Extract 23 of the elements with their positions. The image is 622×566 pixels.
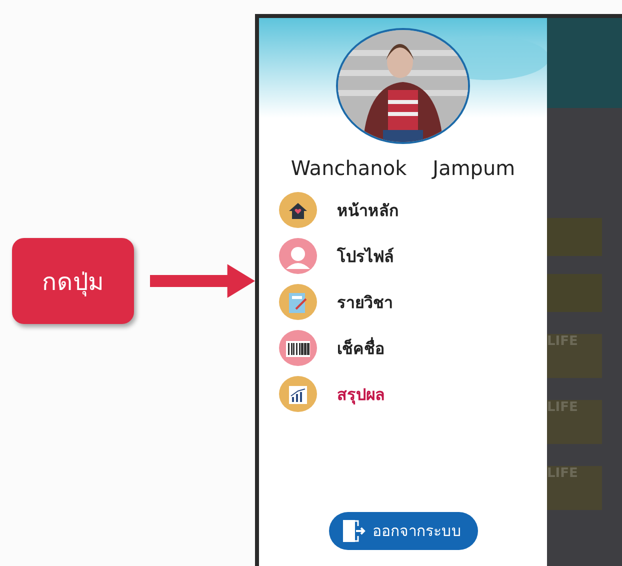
notebook-icon xyxy=(288,292,308,314)
logout-button[interactable]: ออกจากระบบ xyxy=(328,512,478,550)
menu-item[interactable]: เช็คชื่อ xyxy=(279,328,547,368)
menu-label: โปรไฟล์ xyxy=(337,246,394,268)
chart-icon xyxy=(289,386,307,404)
menu-label: เช็คชื่อ xyxy=(337,336,385,360)
menu-label: หน้าหลัก xyxy=(337,200,399,222)
arrow-icon xyxy=(150,264,255,298)
menu-label: สรุปผล xyxy=(337,384,385,406)
callout-label: กดปุ่ม xyxy=(12,238,134,324)
content-card xyxy=(547,274,602,312)
menu-label: รายวิชา xyxy=(337,292,393,314)
house-icon xyxy=(288,202,308,220)
menu-item[interactable]: โปรไฟล์ xyxy=(279,236,547,276)
barcode-icon xyxy=(286,341,310,357)
content-card xyxy=(547,218,602,256)
user-first-name: Wanchanok xyxy=(290,156,407,180)
user-last-name: Jampum xyxy=(432,156,516,180)
menu-item[interactable]: หน้าหลัก xyxy=(279,190,547,230)
menu-item[interactable]: รายวิชา xyxy=(279,282,547,322)
menu-item[interactable]: สรุปผล xyxy=(279,374,547,414)
person-icon xyxy=(285,245,311,269)
door-exit-icon xyxy=(340,518,366,544)
